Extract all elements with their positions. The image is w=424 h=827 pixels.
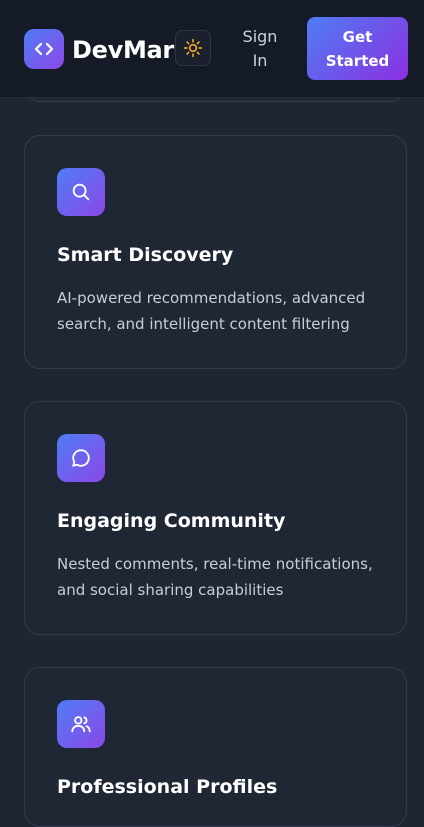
users-icon bbox=[57, 700, 105, 748]
feature-title: Professional Profiles bbox=[57, 776, 278, 798]
get-started-button[interactable]: Get Started bbox=[307, 17, 408, 80]
feature-title: Engaging Community bbox=[57, 510, 286, 532]
sun-icon bbox=[183, 38, 203, 58]
code-brackets-icon[interactable] bbox=[24, 29, 64, 69]
search-icon bbox=[57, 168, 105, 216]
feature-card: Engaging Community Nested comments, real… bbox=[24, 401, 407, 635]
top-navbar: DevMark Sign In Get Started bbox=[0, 0, 424, 98]
feature-card: Professional Profiles bbox=[24, 667, 407, 827]
feature-description: AI-powered recommendations, advanced sea… bbox=[57, 289, 366, 333]
chat-bubble-icon bbox=[57, 434, 105, 482]
brand-name[interactable]: DevMark bbox=[72, 34, 190, 66]
feature-title: Smart Discovery bbox=[57, 244, 234, 266]
feature-description: Nested comments, real-time notifications… bbox=[57, 555, 373, 599]
feature-card: Smart Discovery AI-powered recommendatio… bbox=[24, 135, 407, 369]
sign-in-link[interactable]: Sign In bbox=[234, 25, 286, 73]
theme-toggle-button[interactable] bbox=[175, 30, 211, 66]
